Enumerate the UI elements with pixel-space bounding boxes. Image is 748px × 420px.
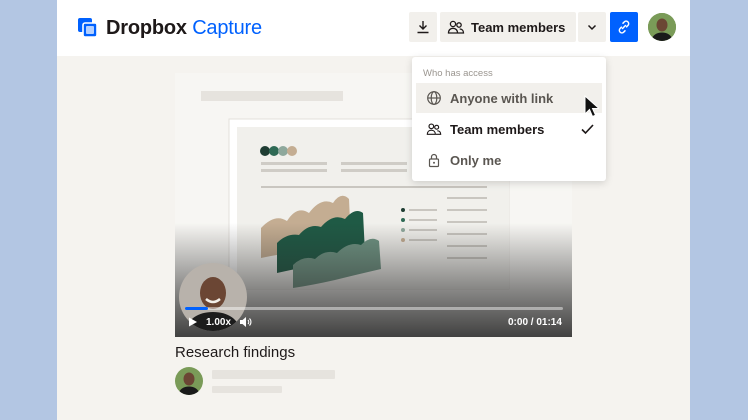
video-progress-fill <box>185 307 208 310</box>
access-option-only-me-label: Only me <box>450 153 502 168</box>
person-avatar-icon <box>175 367 203 395</box>
playback-speed[interactable]: 1.00x <box>206 317 231 328</box>
access-dropdown-button[interactable]: Team members <box>440 12 576 42</box>
access-option-team-label: Team members <box>450 122 545 137</box>
logo[interactable]: Dropbox Capture <box>77 14 262 42</box>
access-label: Team members <box>471 19 566 35</box>
dropbox-capture-logo-icon <box>78 18 98 38</box>
people-icon <box>447 20 465 34</box>
play-icon[interactable] <box>187 316 199 328</box>
access-option-anyone-label: Anyone with link <box>450 91 554 106</box>
person-avatar-icon <box>648 13 676 41</box>
lock-icon <box>428 153 440 168</box>
logo-product-text: Capture <box>192 16 262 39</box>
globe-icon <box>427 91 441 105</box>
owner-avatar[interactable] <box>175 367 203 395</box>
top-bar: Dropbox Capture Team members <box>57 0 690 56</box>
download-icon <box>417 21 429 34</box>
link-icon <box>618 20 630 34</box>
access-dropdown-toggle[interactable] <box>578 12 606 42</box>
copy-link-button[interactable] <box>610 12 638 42</box>
owner-meta-placeholder <box>212 386 282 393</box>
chevron-down-icon <box>587 24 597 31</box>
access-option-anyone[interactable]: Anyone with link <box>416 83 602 113</box>
capture-title: Research findings <box>175 344 296 361</box>
user-avatar[interactable] <box>648 13 676 41</box>
download-button[interactable] <box>409 12 437 42</box>
app-window: Dropbox Capture Team members 1.00x 0:00 … <box>57 0 690 420</box>
access-menu: Who has access Anyone with link Team mem… <box>412 57 606 181</box>
checkmark-icon <box>581 124 594 135</box>
people-icon <box>426 123 442 135</box>
access-option-team[interactable]: Team members <box>416 114 602 144</box>
mouse-cursor-icon <box>584 95 599 118</box>
access-menu-header: Who has access <box>423 68 493 79</box>
video-progress-bar[interactable] <box>185 307 563 310</box>
logo-brand-text: Dropbox <box>106 16 187 39</box>
access-option-only-me[interactable]: Only me <box>416 145 602 175</box>
volume-icon[interactable] <box>239 316 252 328</box>
owner-name-placeholder <box>212 370 335 379</box>
video-time: 0:00 / 01:14 <box>508 317 562 328</box>
